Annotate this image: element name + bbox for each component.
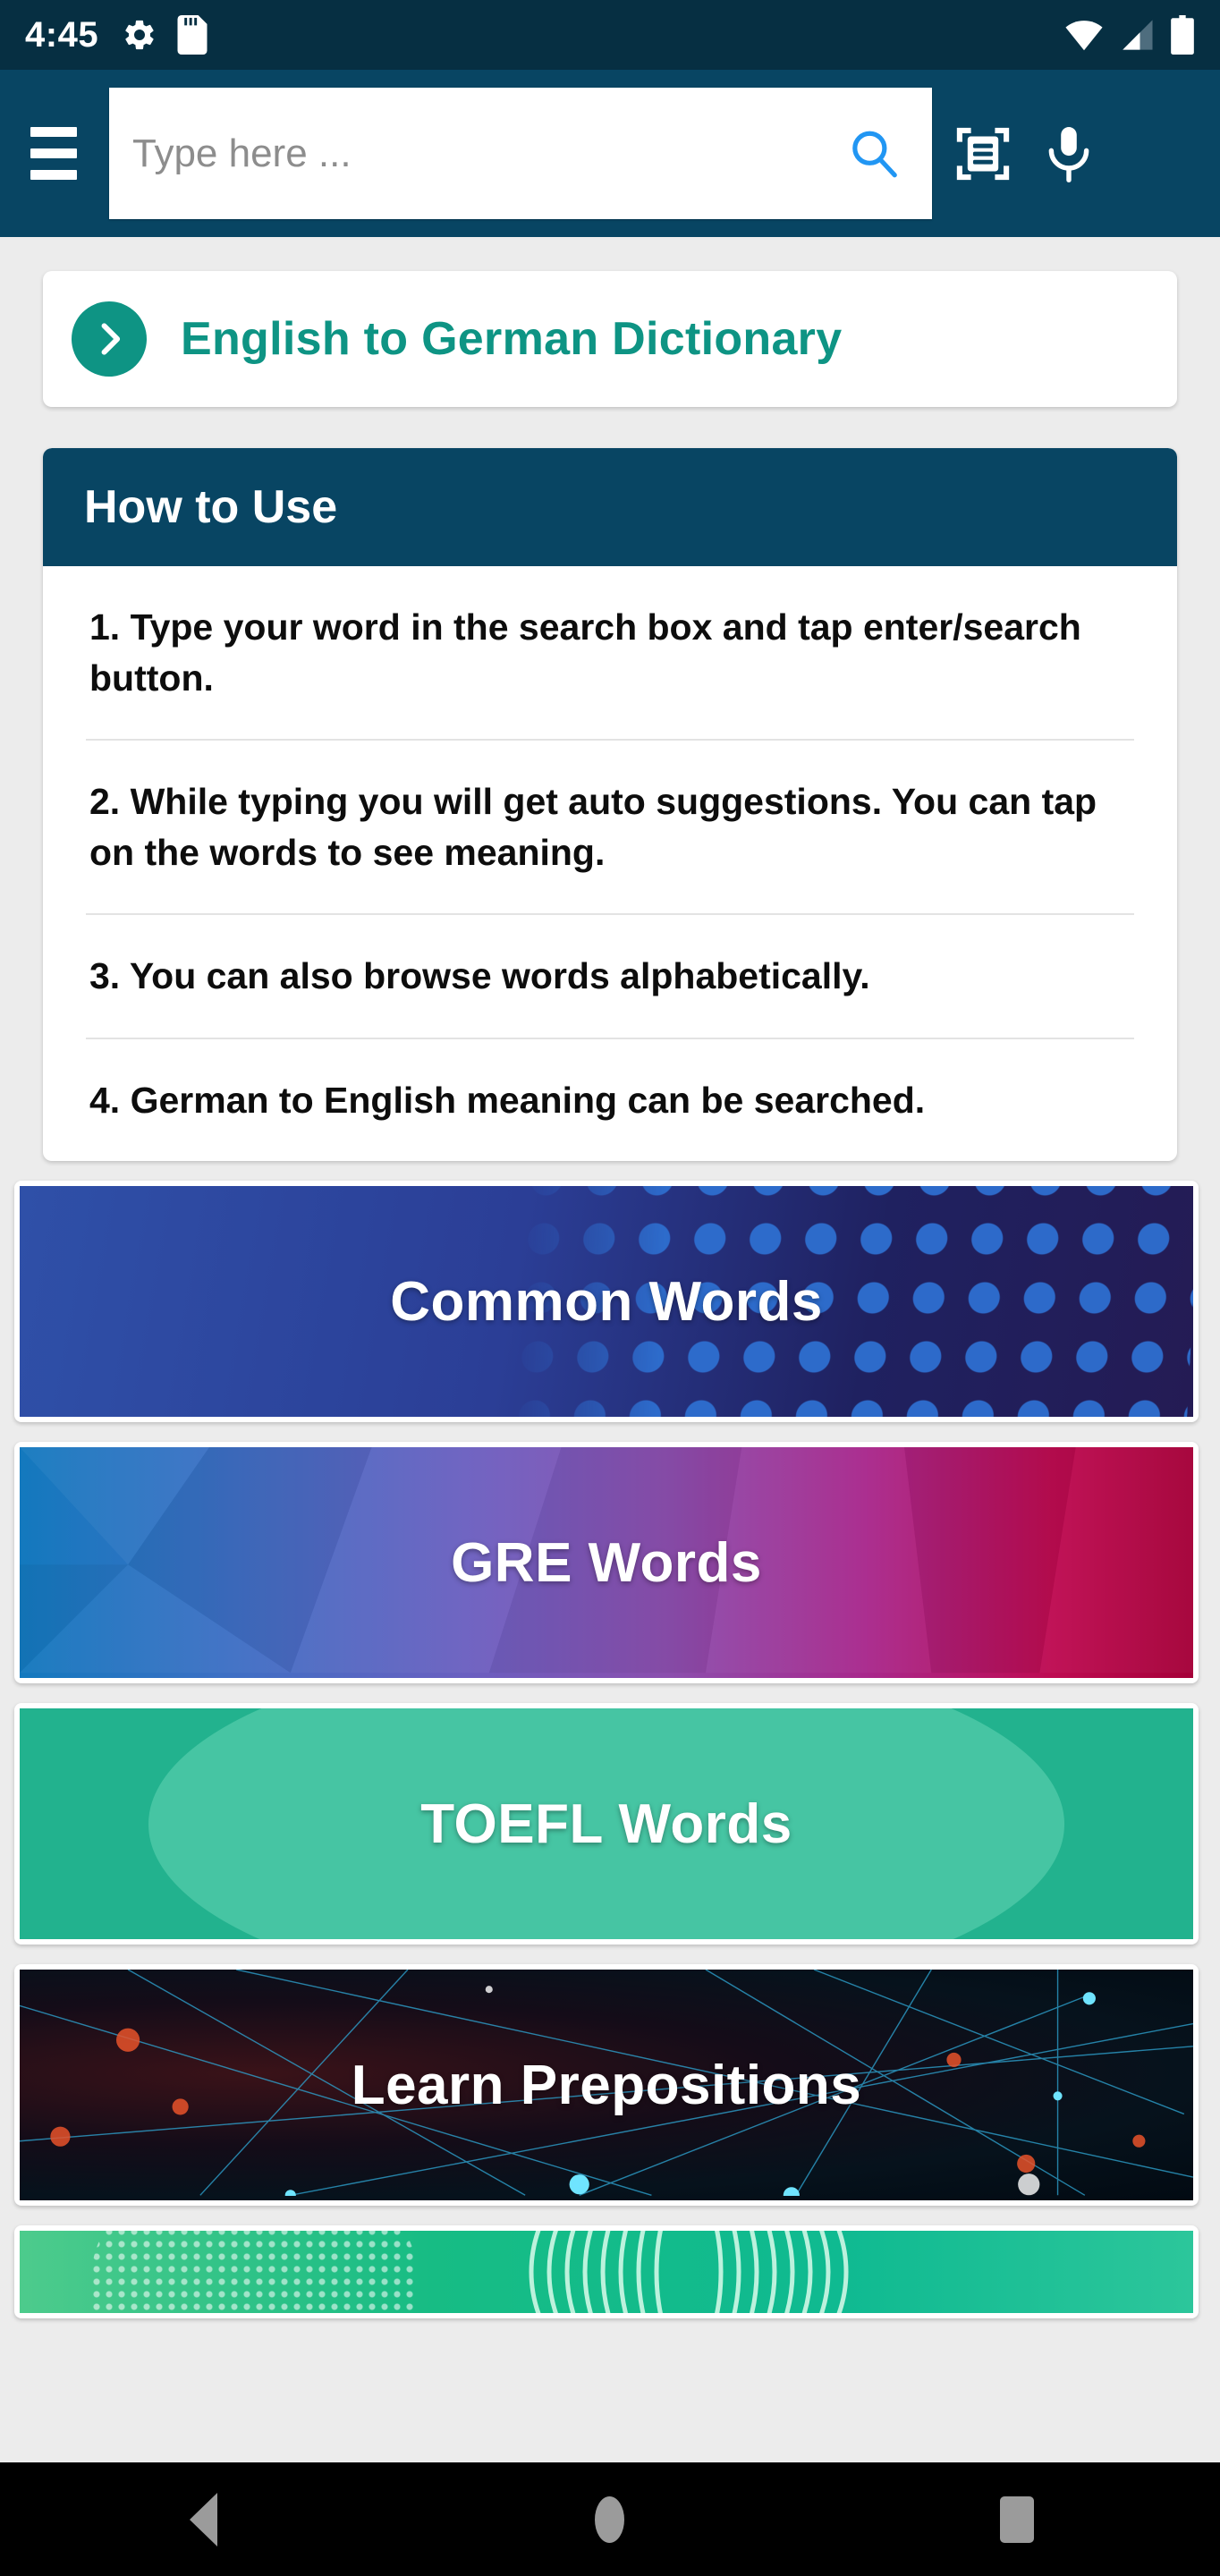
gear-icon [125, 20, 154, 50]
banner-artwork: TOEFL Words [20, 1708, 1193, 1940]
banner-label: Learn Prepositions [351, 2054, 862, 2116]
home-circle-icon[interactable] [547, 2462, 673, 2576]
banner-artwork [20, 2231, 1193, 2314]
search-icon[interactable] [839, 119, 909, 189]
how-to-use-header: How to Use [43, 448, 1177, 566]
status-clock: 4:45 [25, 14, 99, 55]
app-screen: 4:45 Type here ... English to German Dic… [0, 0, 1220, 2576]
banner-label: TOEFL Words [420, 1792, 792, 1855]
banner-artwork: Learn Prepositions [20, 1970, 1193, 2201]
how-to-use-list: 1. Type your word in the search box and … [43, 566, 1177, 1161]
banner-learn-prepositions[interactable]: Learn Prepositions [14, 1964, 1199, 2207]
dictionary-link-label: English to German Dictionary [181, 313, 843, 365]
how-to-use-card: How to Use 1. Type your word in the sear… [43, 448, 1177, 1162]
cellular-signal-icon [1123, 20, 1153, 50]
recents-square-icon[interactable] [954, 2462, 1080, 2576]
sd-card-icon [177, 15, 208, 55]
how-to-use-item: 2. While typing you will get auto sugges… [86, 741, 1134, 916]
main-content: English to German Dictionary How to Use … [0, 237, 1220, 2462]
banner-toefl-words[interactable]: TOEFL Words [14, 1703, 1199, 1945]
banner-label: Common Words [390, 1270, 823, 1333]
document-scan-icon[interactable] [948, 119, 1018, 189]
search-bar[interactable] [109, 88, 932, 219]
banner-gre-words[interactable]: GRE Words [14, 1442, 1199, 1684]
how-to-use-item: 4. German to English meaning can be sear… [89, 1079, 926, 1121]
app-toolbar [0, 70, 1220, 237]
status-left-icons [122, 15, 208, 55]
chevron-right-icon [72, 301, 147, 377]
battery-icon [1171, 15, 1194, 55]
hamburger-menu-icon[interactable] [20, 120, 88, 188]
microphone-icon[interactable] [1034, 119, 1104, 189]
how-to-use-item: 3. You can also browse words alphabetica… [86, 915, 1134, 1039]
green-rings-art [20, 2231, 1193, 2314]
dictionary-link-card[interactable]: English to German Dictionary [43, 271, 1177, 407]
banner-label: GRE Words [451, 1531, 762, 1594]
status-bar: 4:45 [0, 0, 1220, 70]
search-input[interactable] [132, 131, 839, 176]
back-triangle-icon[interactable] [140, 2462, 266, 2576]
android-navigation-bar [0, 2462, 1220, 2576]
how-to-use-item: 1. Type your word in the search box and … [86, 566, 1134, 741]
banner-artwork: Common Words [20, 1186, 1193, 1418]
banner-artwork: GRE Words [20, 1447, 1193, 1679]
banner-common-words[interactable]: Common Words [14, 1181, 1199, 1423]
wifi-icon [1065, 21, 1103, 51]
banner-partial[interactable] [14, 2225, 1199, 2319]
status-right-icons [1064, 15, 1195, 55]
